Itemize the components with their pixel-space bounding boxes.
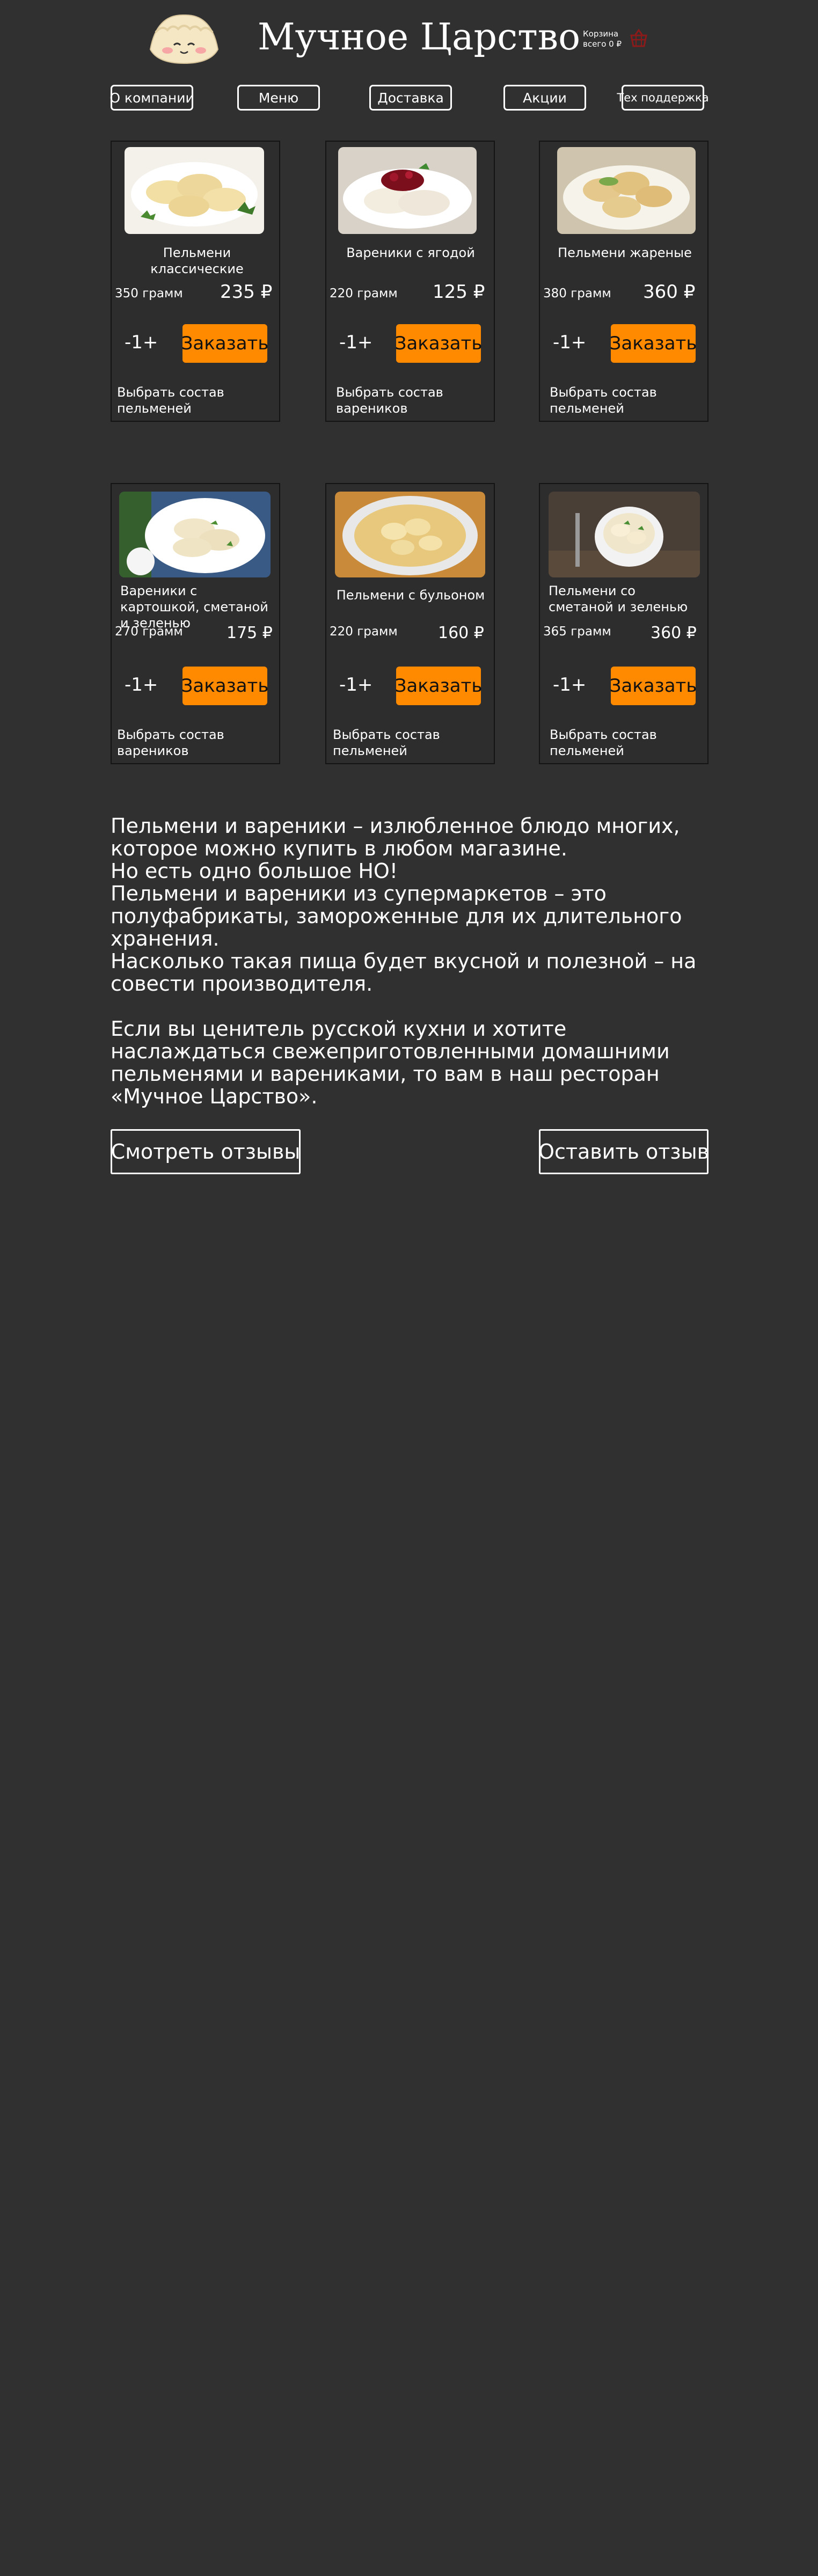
product-price: 175 ₽ — [227, 624, 273, 642]
product-weight: 350 грамм — [115, 287, 183, 301]
quantity-stepper[interactable]: -1+ — [125, 674, 158, 696]
about-paragraph: Пельмени и вареники из супермаркетов – э… — [111, 882, 682, 950]
choose-filling-link[interactable]: Выбрать состав вареников — [117, 727, 267, 759]
cart-label: Корзина — [583, 29, 619, 39]
leave-review-button[interactable]: Оставить отзыв — [538, 1129, 709, 1174]
product-title: Пельмени классические — [150, 245, 244, 276]
order-button[interactable]: Заказать — [395, 667, 482, 705]
product-price: 235 ₽ — [220, 281, 273, 303]
brand-title: Мучное Царство — [258, 16, 581, 58]
choose-filling-link[interactable]: Выбрать состав пельменей — [333, 727, 483, 759]
product-price: 125 ₽ — [433, 281, 485, 303]
quantity-stepper[interactable]: -1+ — [339, 674, 373, 696]
berry-vareniki-photo — [338, 147, 477, 234]
product-title: Пельмени с бульоном — [336, 588, 485, 603]
fried-dumplings-photo — [557, 147, 696, 234]
order-button[interactable]: Заказать — [610, 667, 697, 705]
product-card: Пельмени со сметаной и зеленью 365 грамм… — [539, 483, 709, 764]
about-text: Пельмени и вареники – излюбленное блюдо … — [111, 815, 712, 1108]
about-paragraph: Но есть одно большое НО! — [111, 859, 398, 883]
shopping-basket-icon[interactable] — [628, 28, 649, 49]
product-weight: 270 грамм — [115, 625, 183, 639]
product-title: Пельмени со сметаной и зеленью — [549, 583, 688, 614]
about-paragraph: Если вы ценитель русской кухни и хотите … — [111, 1017, 670, 1108]
choose-filling-link[interactable]: Выбрать состав вареников — [336, 384, 486, 416]
sour-cream-dumplings-photo — [549, 492, 700, 577]
order-button[interactable]: Заказать — [395, 324, 482, 363]
potato-vareniki-photo — [119, 492, 271, 577]
about-paragraph: Пельмени и вареники – излюбленное блюдо … — [111, 814, 680, 860]
view-reviews-button[interactable]: Смотреть отзывы — [111, 1129, 301, 1174]
about-paragraph: Насколько такая пища будет вкусной и пол… — [111, 949, 697, 996]
product-card: Пельмени классические 350 грамм 235 ₽ -1… — [111, 141, 280, 422]
product-card: Пельмени с бульоном 220 грамм 160 ₽ -1+ … — [325, 483, 495, 764]
product-card: Вареники с ягодой 220 грамм 125 ₽ -1+ За… — [325, 141, 495, 422]
product-weight: 365 грамм — [543, 625, 611, 639]
product-title: Вареники с ягодой — [346, 245, 475, 260]
product-card: Вареники с картошкой, сметаной и зеленью… — [111, 483, 280, 764]
cart-summary[interactable]: Корзина всего 0 ₽ — [583, 29, 622, 49]
quantity-stepper[interactable]: -1+ — [553, 332, 586, 353]
quantity-stepper[interactable]: -1+ — [125, 332, 158, 353]
nav-delivery[interactable]: Доставка — [369, 85, 452, 111]
nav-support[interactable]: Тех поддержка — [617, 85, 709, 111]
dumplings-photo — [125, 147, 264, 234]
choose-filling-link[interactable]: Выбрать состав пельменей — [550, 727, 700, 759]
nav-promotions[interactable]: Акции — [503, 85, 586, 111]
quantity-stepper[interactable]: -1+ — [553, 674, 586, 696]
order-button[interactable]: Заказать — [181, 324, 268, 363]
product-weight: 380 грамм — [543, 287, 611, 301]
product-price: 360 ₽ — [651, 624, 697, 642]
broth-dumplings-photo — [335, 492, 485, 577]
product-title: Пельмени жареные — [558, 245, 692, 260]
product-price: 160 ₽ — [438, 624, 484, 642]
order-button[interactable]: Заказать — [610, 324, 697, 363]
nav-menu[interactable]: Меню — [237, 85, 320, 111]
choose-filling-link[interactable]: Выбрать состав пельменей — [117, 384, 267, 416]
product-price: 360 ₽ — [643, 281, 696, 303]
product-card: Пельмени жареные 380 грамм 360 ₽ -1+ Зак… — [539, 141, 709, 422]
order-button[interactable]: Заказать — [181, 667, 268, 705]
dumpling-logo-icon[interactable] — [146, 11, 222, 67]
quantity-stepper[interactable]: -1+ — [339, 332, 373, 353]
product-weight: 220 грамм — [330, 287, 398, 301]
product-weight: 220 грамм — [330, 625, 398, 639]
nav-about[interactable]: О компании — [109, 85, 194, 111]
choose-filling-link[interactable]: Выбрать состав пельменей — [550, 384, 700, 416]
cart-total: всего 0 ₽ — [583, 39, 622, 49]
